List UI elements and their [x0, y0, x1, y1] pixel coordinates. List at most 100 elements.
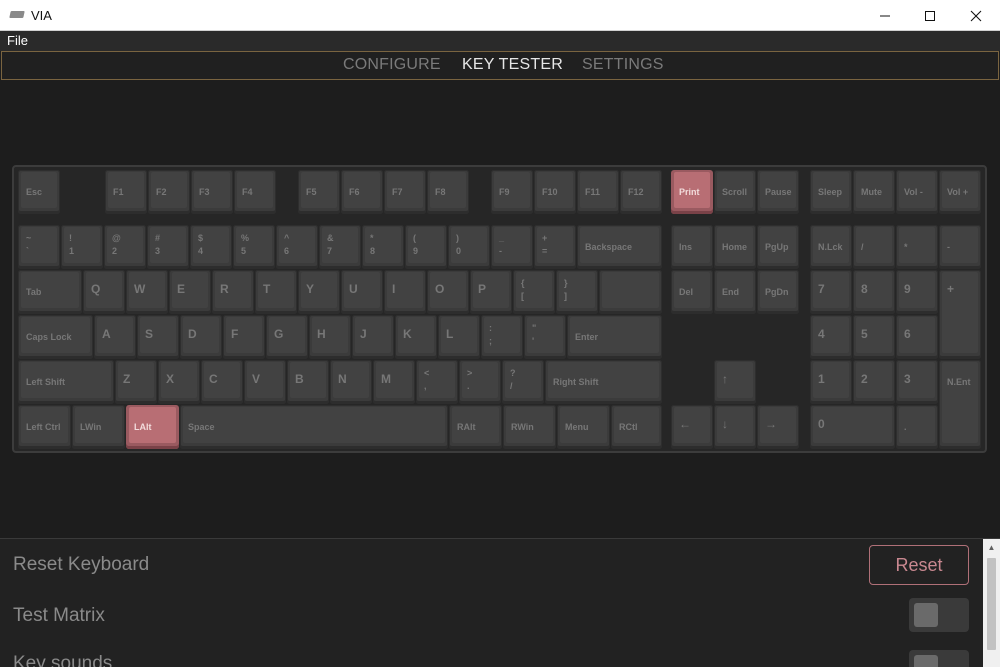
menu-file[interactable]: File — [7, 33, 28, 48]
key-4[interactable]: $4 — [190, 225, 232, 269]
key-left-ctrl[interactable]: Left Ctrl — [18, 405, 71, 449]
key-2[interactable]: 2 — [853, 360, 895, 404]
key-a[interactable]: A — [94, 315, 136, 359]
key-n[interactable]: N — [330, 360, 372, 404]
key-del[interactable]: Del — [671, 270, 713, 314]
key-0[interactable]: 0 — [810, 405, 895, 449]
key-backspace[interactable]: Backspace — [577, 225, 662, 269]
key-6[interactable]: ^ 6 — [276, 225, 318, 269]
key-[interactable]: :; — [481, 315, 523, 359]
key-[interactable]: - — [939, 225, 981, 269]
key-[interactable]: * — [896, 225, 938, 269]
key-f2[interactable]: F2 — [148, 170, 190, 214]
key-4[interactable]: 4 — [810, 315, 852, 359]
key-o[interactable]: O — [427, 270, 469, 314]
key-f5[interactable]: F5 — [298, 170, 340, 214]
key-f3[interactable]: F3 — [191, 170, 233, 214]
key-vol[interactable]: Vol + — [939, 170, 981, 214]
key-2[interactable]: @2 — [104, 225, 146, 269]
key-pause[interactable]: Pause — [757, 170, 799, 214]
key-right-shift[interactable]: Right Shift — [545, 360, 662, 404]
key-[interactable]: ~ ` — [18, 225, 60, 269]
key-f1[interactable]: F1 — [105, 170, 147, 214]
key-tab[interactable]: Tab — [18, 270, 82, 314]
key-i[interactable]: I — [384, 270, 426, 314]
key-[interactable]: " ' — [524, 315, 566, 359]
key-[interactable]: }] — [556, 270, 598, 314]
key-7[interactable]: 7 — [810, 270, 852, 314]
reset-button[interactable]: Reset — [869, 545, 969, 585]
key-esc[interactable]: Esc — [18, 170, 60, 214]
key-g[interactable]: G — [266, 315, 308, 359]
key-1[interactable]: 1 — [810, 360, 852, 404]
settings-scrollbar[interactable]: ▲ — [983, 539, 1000, 667]
key-enter[interactable]: Enter — [567, 315, 662, 359]
key-z[interactable]: Z — [115, 360, 157, 404]
key-n-ent[interactable]: N.Ent — [939, 360, 981, 449]
key-f4[interactable]: F4 — [234, 170, 276, 214]
key-f12[interactable]: F12 — [620, 170, 662, 214]
key-[interactable]: / — [853, 225, 895, 269]
key-[interactable]: + = — [534, 225, 576, 269]
key-pgup[interactable]: PgUp — [757, 225, 799, 269]
key-[interactable]: _ - — [491, 225, 533, 269]
key-7[interactable]: & 7 — [319, 225, 361, 269]
key-3[interactable]: 3 — [896, 360, 938, 404]
key-rctl[interactable]: RCtl — [611, 405, 662, 449]
key-v[interactable]: V — [244, 360, 286, 404]
key-1[interactable]: ! 1 — [61, 225, 103, 269]
key-x[interactable]: X — [158, 360, 200, 404]
key-[interactable]: → — [757, 405, 799, 449]
key-q[interactable]: Q — [83, 270, 125, 314]
key-e[interactable]: E — [169, 270, 211, 314]
key-5[interactable]: % 5 — [233, 225, 275, 269]
key-h[interactable]: H — [309, 315, 351, 359]
key-[interactable]: {[ — [513, 270, 555, 314]
key-f6[interactable]: F6 — [341, 170, 383, 214]
tab-key-tester[interactable]: KEY TESTER — [462, 56, 563, 74]
key-u[interactable]: U — [341, 270, 383, 314]
test-matrix-toggle[interactable] — [909, 598, 969, 632]
key-t[interactable]: T — [255, 270, 297, 314]
tab-configure[interactable]: CONFIGURE — [343, 56, 441, 74]
scroll-up-icon[interactable]: ▲ — [983, 539, 1000, 556]
key-f11[interactable]: F11 — [577, 170, 619, 214]
key-[interactable] — [599, 270, 662, 314]
key-end[interactable]: End — [714, 270, 756, 314]
key-left-shift[interactable]: Left Shift — [18, 360, 114, 404]
key-f[interactable]: F — [223, 315, 265, 359]
key-p[interactable]: P — [470, 270, 512, 314]
key-n-lck[interactable]: N.Lck — [810, 225, 852, 269]
close-button[interactable] — [953, 0, 999, 31]
scroll-thumb[interactable] — [987, 558, 996, 650]
key-6[interactable]: 6 — [896, 315, 938, 359]
key-k[interactable]: K — [395, 315, 437, 359]
key-ins[interactable]: Ins — [671, 225, 713, 269]
key-y[interactable]: Y — [298, 270, 340, 314]
key-home[interactable]: Home — [714, 225, 756, 269]
key-0[interactable]: ) 0 — [448, 225, 490, 269]
key-m[interactable]: M — [373, 360, 415, 404]
key-[interactable]: ↓ — [714, 405, 756, 449]
minimize-button[interactable] — [862, 0, 908, 31]
key-[interactable]: <, — [416, 360, 458, 404]
key-8[interactable]: * 8 — [362, 225, 404, 269]
key-space[interactable]: Space — [180, 405, 448, 449]
key-sounds-toggle[interactable] — [909, 650, 969, 667]
key-mute[interactable]: Mute — [853, 170, 895, 214]
key-vol[interactable]: Vol - — [896, 170, 938, 214]
key-d[interactable]: D — [180, 315, 222, 359]
key-[interactable]: ← — [671, 405, 713, 449]
key-c[interactable]: C — [201, 360, 243, 404]
tab-settings[interactable]: SETTINGS — [582, 56, 664, 74]
key-b[interactable]: B — [287, 360, 329, 404]
key-f7[interactable]: F7 — [384, 170, 426, 214]
key-j[interactable]: J — [352, 315, 394, 359]
key-f9[interactable]: F9 — [491, 170, 533, 214]
key-print[interactable]: Print — [671, 170, 713, 214]
key-8[interactable]: 8 — [853, 270, 895, 314]
key-f8[interactable]: F8 — [427, 170, 469, 214]
key-sleep[interactable]: Sleep — [810, 170, 852, 214]
key-l[interactable]: L — [438, 315, 480, 359]
key-scroll[interactable]: Scroll — [714, 170, 756, 214]
